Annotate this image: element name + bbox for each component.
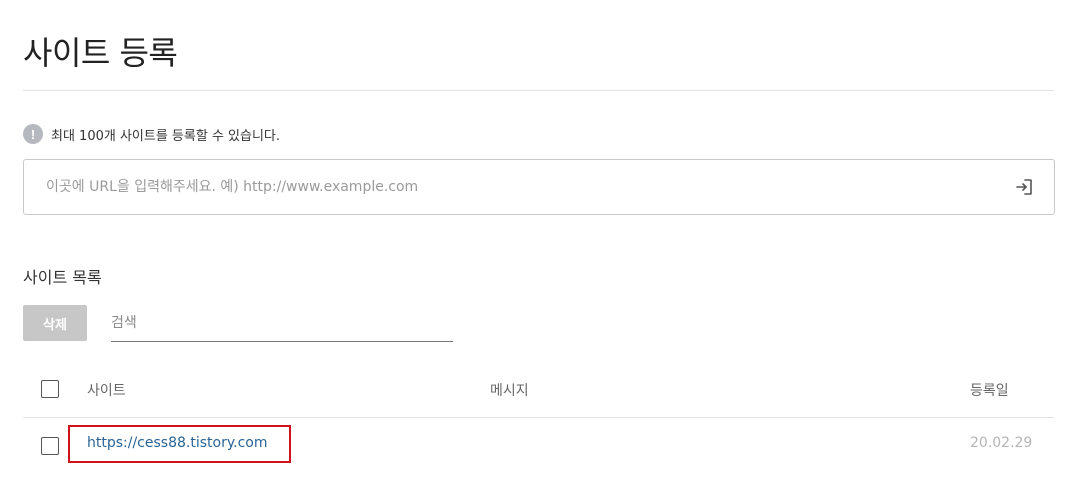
notice: ! 최대 100개 사이트를 등록할 수 있습니다.: [23, 124, 280, 144]
exclamation-icon: !: [23, 124, 43, 144]
url-input[interactable]: [24, 160, 994, 214]
search-input[interactable]: [111, 305, 453, 341]
table-header-divider: [23, 417, 1054, 418]
title-divider: [23, 90, 1054, 91]
site-list-title: 사이트 목록: [23, 268, 102, 287]
select-all-checkbox[interactable]: [41, 380, 59, 398]
search-field: [111, 305, 453, 342]
highlight-annotation-box: [68, 425, 291, 463]
delete-button[interactable]: 삭제: [23, 305, 87, 341]
url-form: [23, 159, 1055, 215]
notice-text: 최대 100개 사이트를 등록할 수 있습니다.: [51, 128, 281, 144]
page-title: 사이트 등록: [23, 34, 178, 72]
registered-date: 20.02.29: [970, 435, 1033, 451]
row-checkbox[interactable]: [41, 437, 59, 455]
column-header-message: 메시지: [490, 383, 529, 399]
column-header-site: 사이트: [87, 383, 126, 399]
submit-url-button[interactable]: [994, 160, 1054, 214]
column-header-registered: 등록일: [970, 383, 1009, 399]
enter-arrow-icon: [1016, 179, 1032, 195]
